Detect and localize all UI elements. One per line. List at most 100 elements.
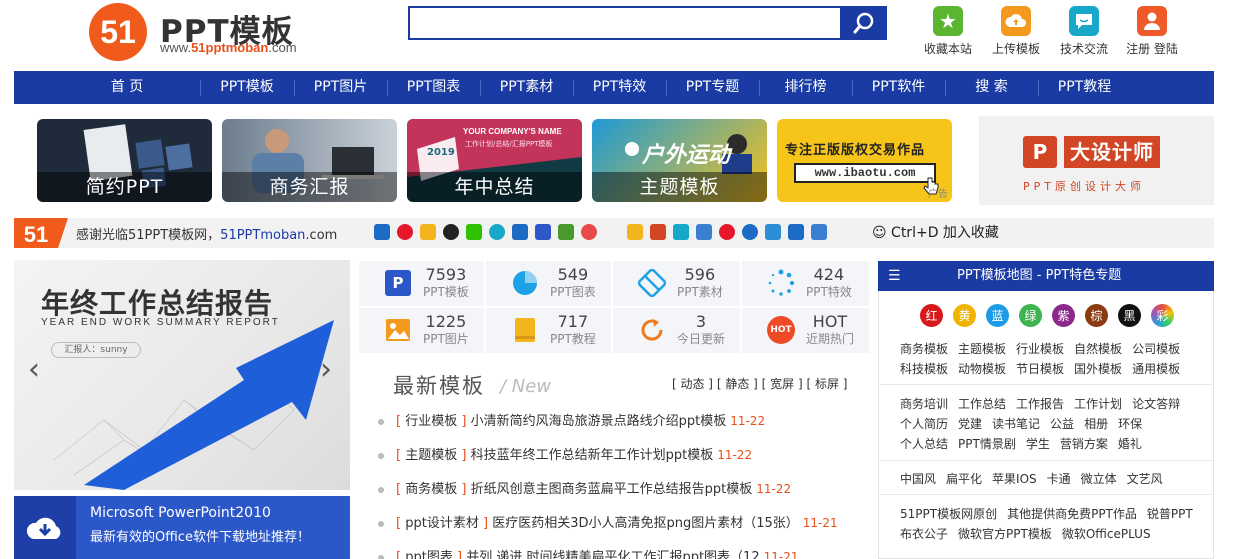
tag-link[interactable]: 锐普PPT (1147, 507, 1193, 521)
stat-ppt-tutorials[interactable]: 717 PPT教程 (486, 308, 611, 352)
color-filter-yellow[interactable]: 黄 (953, 304, 976, 327)
ad-banner-ibaotu[interactable]: 专注正版版权交易作品 www.ibaotu.com 广告 (777, 119, 952, 202)
tag-link[interactable]: 学生 (1026, 437, 1050, 451)
nav-ppt-tutorials[interactable]: PPT教程 (1038, 71, 1131, 104)
share-plus-icon[interactable] (374, 224, 390, 240)
tag-link[interactable]: 文艺风 (1127, 472, 1163, 486)
share-wechat-icon[interactable] (466, 224, 482, 240)
tech-exchange-button[interactable]: 技术交流 (1053, 6, 1115, 57)
share-heart-icon[interactable] (719, 224, 735, 240)
upload-template-button[interactable]: 上传模板 (985, 6, 1047, 57)
color-filter-colorful[interactable]: 彩 (1151, 304, 1174, 327)
register-login-button[interactable]: 注册 登陆 (1121, 6, 1183, 57)
tag-link[interactable]: 商务培训 (900, 397, 948, 411)
tag-link[interactable]: PPT情景剧 (958, 437, 1016, 451)
share-douban-icon[interactable] (558, 224, 574, 240)
nav-ppt-images[interactable]: PPT图片 (294, 71, 387, 104)
tag-link[interactable]: 工作计划 (1074, 397, 1122, 411)
tag-link[interactable]: 通用模板 (1132, 362, 1180, 376)
tag-link[interactable]: 国外模板 (1074, 362, 1122, 376)
nav-rankings[interactable]: 排行榜 (759, 71, 852, 104)
tag-link[interactable]: 公益 (1050, 417, 1074, 431)
nav-search[interactable]: 搜 索 (945, 71, 1038, 104)
share-pengyou-icon[interactable] (489, 224, 505, 240)
banner-designer[interactable]: P 大设计师 PPT原创设计大师 (979, 116, 1214, 205)
add-bookmark-shortcut[interactable]: ☺ Ctrl+D 加入收藏 (872, 222, 999, 242)
tag-link[interactable]: 婚礼 (1118, 437, 1142, 451)
stat-ppt-templates[interactable]: P 7593 PPT模板 (359, 261, 484, 305)
tag-link[interactable]: 工作报告 (1016, 397, 1064, 411)
tag-link[interactable]: 微软OfficePLUS (1062, 527, 1151, 541)
share-person-icon[interactable] (742, 224, 758, 240)
bookmark-site-button[interactable]: ★ 收藏本站 (917, 6, 979, 57)
share-email-icon[interactable] (788, 224, 804, 240)
tag-link[interactable]: 科技模板 (900, 362, 948, 376)
tag-link[interactable]: 读书笔记 (992, 417, 1040, 431)
tag-link[interactable]: 营销方案 (1060, 437, 1108, 451)
share-netease-icon[interactable] (650, 224, 666, 240)
filter-static[interactable]: [ 静态 ] (717, 377, 758, 391)
tag-link[interactable]: 其他提供商免费PPT作品 (1007, 507, 1137, 521)
search-input[interactable] (408, 6, 842, 40)
tag-link[interactable]: 扁平化 (946, 472, 982, 486)
news-item[interactable]: [ ppt图表 ] 并列 递进 时间线精美扁平化工作汇报ppt图表（12 11-2… (378, 546, 868, 559)
tag-link[interactable]: 节日模板 (1016, 362, 1064, 376)
tag-link[interactable]: 环保 (1118, 417, 1142, 431)
nav-ppt-materials[interactable]: PPT素材 (480, 71, 573, 104)
welcome-link[interactable]: 51PPTmoban (220, 228, 305, 243)
share-renren-icon[interactable] (581, 224, 597, 240)
share-note-icon[interactable] (673, 224, 689, 240)
filter-dynamic[interactable]: [ 动态 ] (672, 377, 713, 391)
banner-midyear-summary[interactable]: YOUR COMPANY'S NAME 工作计划/总结/汇报PPT模板 2019… (407, 119, 582, 202)
share-sohu-icon[interactable] (627, 224, 643, 240)
color-filter-blue[interactable]: 蓝 (986, 304, 1009, 327)
banner-minimal-ppt[interactable]: 简约PPT (37, 119, 212, 202)
tag-link[interactable]: 个人简历 (900, 417, 948, 431)
tag-link[interactable]: 个人总结 (900, 437, 948, 451)
nav-ppt-charts[interactable]: PPT图表 (387, 71, 480, 104)
color-filter-brown[interactable]: 棕 (1085, 304, 1108, 327)
filter-widescreen[interactable]: [ 宽屏 ] (762, 377, 803, 391)
tag-link[interactable]: 卡通 (1047, 472, 1071, 486)
tag-link[interactable]: 布衣公子 (900, 527, 948, 541)
tag-link[interactable]: 自然模板 (1074, 342, 1122, 356)
tag-link[interactable]: 党建 (958, 417, 982, 431)
stat-recent-hot[interactable]: HOT HOT 近期热门 (742, 308, 867, 352)
slider-prev-icon[interactable]: ‹ (28, 352, 40, 387)
banner-theme-templates[interactable]: 户外运动 主题模板 (592, 119, 767, 202)
color-filter-black[interactable]: 黑 (1118, 304, 1141, 327)
share-star-icon[interactable] (420, 224, 436, 240)
nav-ppt-software[interactable]: PPT软件 (852, 71, 945, 104)
share-tieba-icon[interactable] (512, 224, 528, 240)
share-cloud-icon[interactable] (765, 224, 781, 240)
nav-ppt-topics[interactable]: PPT专题 (666, 71, 759, 104)
news-item[interactable]: [ 行业模板 ] 小清新简约风海岛旅游景点路线介绍ppt模板 11-22 (378, 410, 868, 430)
tag-link[interactable]: 苹果IOS (992, 472, 1037, 486)
share-weibo-icon[interactable] (397, 224, 413, 240)
tag-link[interactable]: 动物模板 (958, 362, 1006, 376)
news-item[interactable]: [ 主题模板 ] 科技蓝年终工作总结新年工作计划ppt模板 11-22 (378, 444, 868, 464)
search-button[interactable] (841, 6, 887, 40)
color-filter-purple[interactable]: 紫 (1052, 304, 1075, 327)
share-qq-icon[interactable] (443, 224, 459, 240)
nav-ppt-effects[interactable]: PPT特效 (573, 71, 666, 104)
share-baidu-icon[interactable] (535, 224, 551, 240)
hero-slider[interactable]: 年终工作总结报告 YEAR END WORK SUMMARY REPORT 汇报… (14, 260, 350, 490)
filter-standard[interactable]: [ 标屏 ] (806, 377, 847, 391)
stat-today-updates[interactable]: 3 今日更新 (613, 308, 738, 352)
stat-ppt-images[interactable]: 1225 PPT图片 (359, 308, 484, 352)
tag-link[interactable]: 行业模板 (1016, 342, 1064, 356)
slider-next-icon[interactable]: › (320, 352, 332, 387)
tag-link[interactable]: 论文答辩 (1132, 397, 1180, 411)
tag-link[interactable]: 中国风 (900, 472, 936, 486)
color-filter-green[interactable]: 绿 (1019, 304, 1042, 327)
color-filter-red[interactable]: 红 (920, 304, 943, 327)
news-item[interactable]: [ ppt设计素材 ] 医疗医药相关3D小人高清免抠png图片素材（15张） 11… (378, 512, 868, 532)
share-mail-qq-icon[interactable] (696, 224, 712, 240)
stat-ppt-charts[interactable]: 549 PPT图表 (486, 261, 611, 305)
tag-link[interactable]: 商务模板 (900, 342, 948, 356)
tag-link[interactable]: 微立体 (1081, 472, 1117, 486)
nav-ppt-templates[interactable]: PPT模板 (200, 71, 294, 104)
stat-ppt-effects[interactable]: 424 PPT特效 (742, 261, 867, 305)
news-item[interactable]: [ 商务模板 ] 折纸风创意主图商务蓝扁平工作总结报告ppt模板 11-22 (378, 478, 868, 498)
